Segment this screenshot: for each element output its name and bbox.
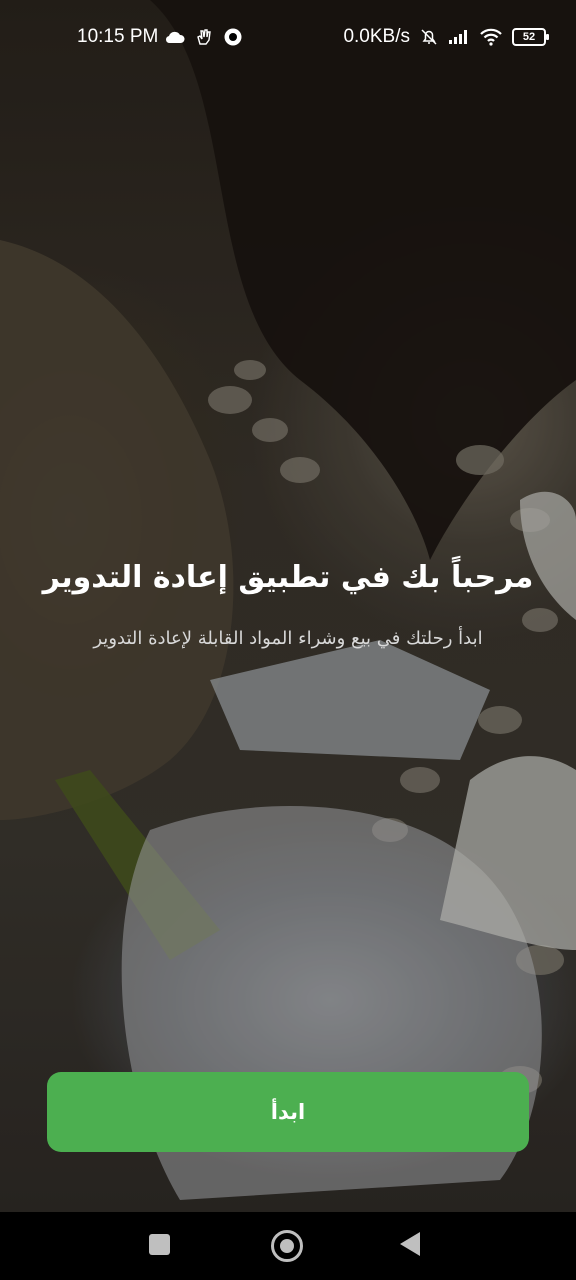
cloud-icon	[165, 31, 185, 44]
network-speed: 0.0KB/s	[343, 26, 410, 47]
status-right-group: 0.0KB/s 52	[343, 26, 549, 48]
wifi-icon	[480, 28, 502, 46]
app-icon	[224, 28, 242, 46]
navigation-bar	[0, 1212, 576, 1280]
mute-icon	[421, 29, 437, 45]
recent-apps-icon[interactable]	[149, 1234, 170, 1255]
start-button[interactable]: ابدأ	[47, 1072, 529, 1152]
battery-icon: 52	[512, 28, 549, 46]
home-icon[interactable]	[271, 1230, 303, 1262]
status-bar: 10:15 PM 0.0KB/s 52	[0, 0, 576, 76]
dim-overlay	[0, 0, 576, 1212]
status-notification-icons	[165, 27, 243, 47]
welcome-subtitle: ابدأ رحلتك في بيع وشراء المواد القابلة ل…	[93, 628, 483, 649]
welcome-title: مرحباً بك في تطبيق إعادة التدوير	[42, 560, 534, 595]
back-icon[interactable]	[400, 1232, 420, 1256]
status-time: 10:15 PM	[77, 26, 159, 47]
home-icon-dot	[280, 1239, 294, 1253]
hand-icon	[197, 29, 211, 45]
signal-icon	[449, 30, 467, 44]
